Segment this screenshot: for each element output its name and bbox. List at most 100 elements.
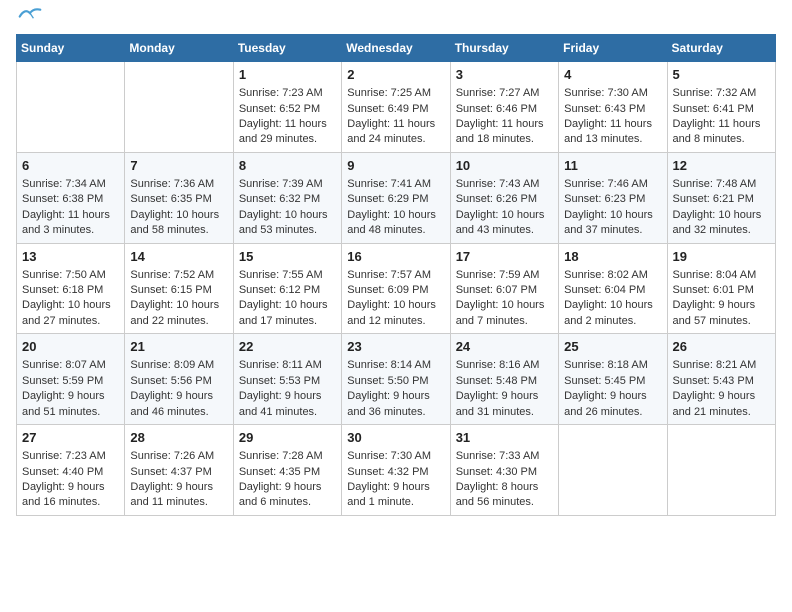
calendar-cell: 8Sunrise: 7:39 AMSunset: 6:32 PMDaylight… [233, 152, 341, 243]
day-info: Sunset: 6:38 PM [22, 192, 119, 207]
calendar-cell: 28Sunrise: 7:26 AMSunset: 4:37 PMDayligh… [125, 425, 233, 516]
calendar-cell: 9Sunrise: 7:41 AMSunset: 6:29 PMDaylight… [342, 152, 450, 243]
day-number: 13 [22, 248, 119, 266]
weekday-header-tuesday: Tuesday [233, 35, 341, 62]
day-info: Daylight: 10 hours and 27 minutes. [22, 298, 119, 329]
day-info: Sunset: 6:43 PM [564, 102, 661, 117]
day-info: Sunrise: 7:33 AM [456, 449, 553, 464]
day-info: Daylight: 9 hours and 36 minutes. [347, 389, 444, 420]
day-info: Sunrise: 7:28 AM [239, 449, 336, 464]
day-number: 22 [239, 338, 336, 356]
page-header [16, 16, 776, 22]
day-info: Sunset: 4:30 PM [456, 465, 553, 480]
calendar-cell: 25 Sunrise: 8:18 AMSunset: 5:45 PMDayligh… [559, 334, 667, 425]
calendar-cell: 17Sunrise: 7:59 AMSunset: 6:07 PMDayligh… [450, 243, 558, 334]
day-info: Sunset: 5:48 PM [456, 374, 553, 389]
day-info: Sunrise: 7:23 AM [22, 449, 119, 464]
calendar-cell: 16Sunrise: 7:57 AMSunset: 6:09 PMDayligh… [342, 243, 450, 334]
calendar-header-row: SundayMondayTuesdayWednesdayThursdayFrid… [17, 35, 776, 62]
day-info: Sunrise: 7:27 AM [456, 86, 553, 101]
calendar-week-row: 27Sunrise: 7:23 AMSunset: 4:40 PMDayligh… [17, 425, 776, 516]
day-number: 17 [456, 248, 553, 266]
day-info: Sunset: 4:35 PM [239, 465, 336, 480]
day-info: Sunrise: 8:16 AM [456, 358, 553, 373]
calendar-cell: 26Sunrise: 8:21 AMSunset: 5:43 PMDayligh… [667, 334, 775, 425]
calendar-cell: 3Sunrise: 7:27 AMSunset: 6:46 PMDaylight… [450, 62, 558, 153]
calendar-cell: 18Sunrise: 8:02 AMSunset: 6:04 PMDayligh… [559, 243, 667, 334]
day-info: Sunset: 6:07 PM [456, 283, 553, 298]
day-info: Sunset: 4:40 PM [22, 465, 119, 480]
day-info: Daylight: 10 hours and 7 minutes. [456, 298, 553, 329]
day-info: Sunset: 6:52 PM [239, 102, 336, 117]
calendar-cell: 22Sunrise: 8:11 AMSunset: 5:53 PMDayligh… [233, 334, 341, 425]
calendar-table: SundayMondayTuesdayWednesdayThursdayFrid… [16, 34, 776, 516]
day-number: 25 [564, 338, 661, 356]
day-info: Sunset: 6:35 PM [130, 192, 227, 207]
day-number: 20 [22, 338, 119, 356]
day-number: 27 [22, 429, 119, 447]
calendar-cell: 6Sunrise: 7:34 AMSunset: 6:38 PMDaylight… [17, 152, 125, 243]
day-info: Sunset: 6:41 PM [673, 102, 770, 117]
calendar-cell: 4Sunrise: 7:30 AMSunset: 6:43 PMDaylight… [559, 62, 667, 153]
calendar-cell: 24Sunrise: 8:16 AMSunset: 5:48 PMDayligh… [450, 334, 558, 425]
day-info: Sunset: 6:46 PM [456, 102, 553, 117]
day-number: 11 [564, 157, 661, 175]
day-info: Daylight: 9 hours and 51 minutes. [22, 389, 119, 420]
day-number: 6 [22, 157, 119, 175]
weekday-header-monday: Monday [125, 35, 233, 62]
day-info: Sunrise: 7:43 AM [456, 177, 553, 192]
calendar-week-row: 1Sunrise: 7:23 AMSunset: 6:52 PMDaylight… [17, 62, 776, 153]
day-number: 28 [130, 429, 227, 447]
day-info: Sunset: 6:49 PM [347, 102, 444, 117]
day-number: 31 [456, 429, 553, 447]
calendar-cell: 10Sunrise: 7:43 AMSunset: 6:26 PMDayligh… [450, 152, 558, 243]
day-number: 29 [239, 429, 336, 447]
day-number: 4 [564, 66, 661, 84]
day-info: Daylight: 10 hours and 43 minutes. [456, 208, 553, 239]
day-number: 18 [564, 248, 661, 266]
day-info: Daylight: 9 hours and 41 minutes. [239, 389, 336, 420]
day-info: Sunset: 6:23 PM [564, 192, 661, 207]
day-number: 5 [673, 66, 770, 84]
day-info: Sunset: 6:15 PM [130, 283, 227, 298]
day-info: Daylight: 9 hours and 21 minutes. [673, 389, 770, 420]
day-number: 2 [347, 66, 444, 84]
day-info: Sunset: 4:37 PM [130, 465, 227, 480]
day-info: Sunset: 6:09 PM [347, 283, 444, 298]
day-info: Daylight: 10 hours and 48 minutes. [347, 208, 444, 239]
calendar-cell: 2Sunrise: 7:25 AMSunset: 6:49 PMDaylight… [342, 62, 450, 153]
weekday-header-friday: Friday [559, 35, 667, 62]
calendar-cell: 14Sunrise: 7:52 AMSunset: 6:15 PMDayligh… [125, 243, 233, 334]
calendar-cell [17, 62, 125, 153]
day-info: Daylight: 10 hours and 53 minutes. [239, 208, 336, 239]
day-info: Daylight: 11 hours and 18 minutes. [456, 117, 553, 148]
day-info: Sunset: 5:45 PM [564, 374, 661, 389]
day-number: 9 [347, 157, 444, 175]
day-info: Daylight: 9 hours and 26 minutes. [564, 389, 661, 420]
day-info: Sunrise: 7:39 AM [239, 177, 336, 192]
day-info: Sunset: 6:21 PM [673, 192, 770, 207]
day-info: Sunrise: 8:04 AM [673, 268, 770, 283]
day-info: Sunrise: 7:34 AM [22, 177, 119, 192]
day-info: Sunrise: 8:09 AM [130, 358, 227, 373]
calendar-cell: 29Sunrise: 7:28 AMSunset: 4:35 PMDayligh… [233, 425, 341, 516]
day-info: Sunrise: 7:48 AM [673, 177, 770, 192]
day-info: Daylight: 11 hours and 29 minutes. [239, 117, 336, 148]
day-info: Sunrise: 8:18 AM [564, 358, 661, 373]
calendar-cell [667, 425, 775, 516]
weekday-header-thursday: Thursday [450, 35, 558, 62]
day-info: Daylight: 9 hours and 31 minutes. [456, 389, 553, 420]
day-info: Sunrise: 7:52 AM [130, 268, 227, 283]
day-info: Sunrise: 7:23 AM [239, 86, 336, 101]
day-info: Sunrise: 7:32 AM [673, 86, 770, 101]
calendar-cell: 23Sunrise: 8:14 AMSunset: 5:50 PMDayligh… [342, 334, 450, 425]
calendar-cell: 21Sunrise: 8:09 AMSunset: 5:56 PMDayligh… [125, 334, 233, 425]
calendar-cell [125, 62, 233, 153]
day-info: Sunset: 4:32 PM [347, 465, 444, 480]
day-info: Daylight: 10 hours and 17 minutes. [239, 298, 336, 329]
day-info: Sunset: 6:18 PM [22, 283, 119, 298]
day-info: Sunrise: 7:41 AM [347, 177, 444, 192]
day-info: Sunset: 6:01 PM [673, 283, 770, 298]
day-number: 16 [347, 248, 444, 266]
day-info: Sunset: 5:50 PM [347, 374, 444, 389]
